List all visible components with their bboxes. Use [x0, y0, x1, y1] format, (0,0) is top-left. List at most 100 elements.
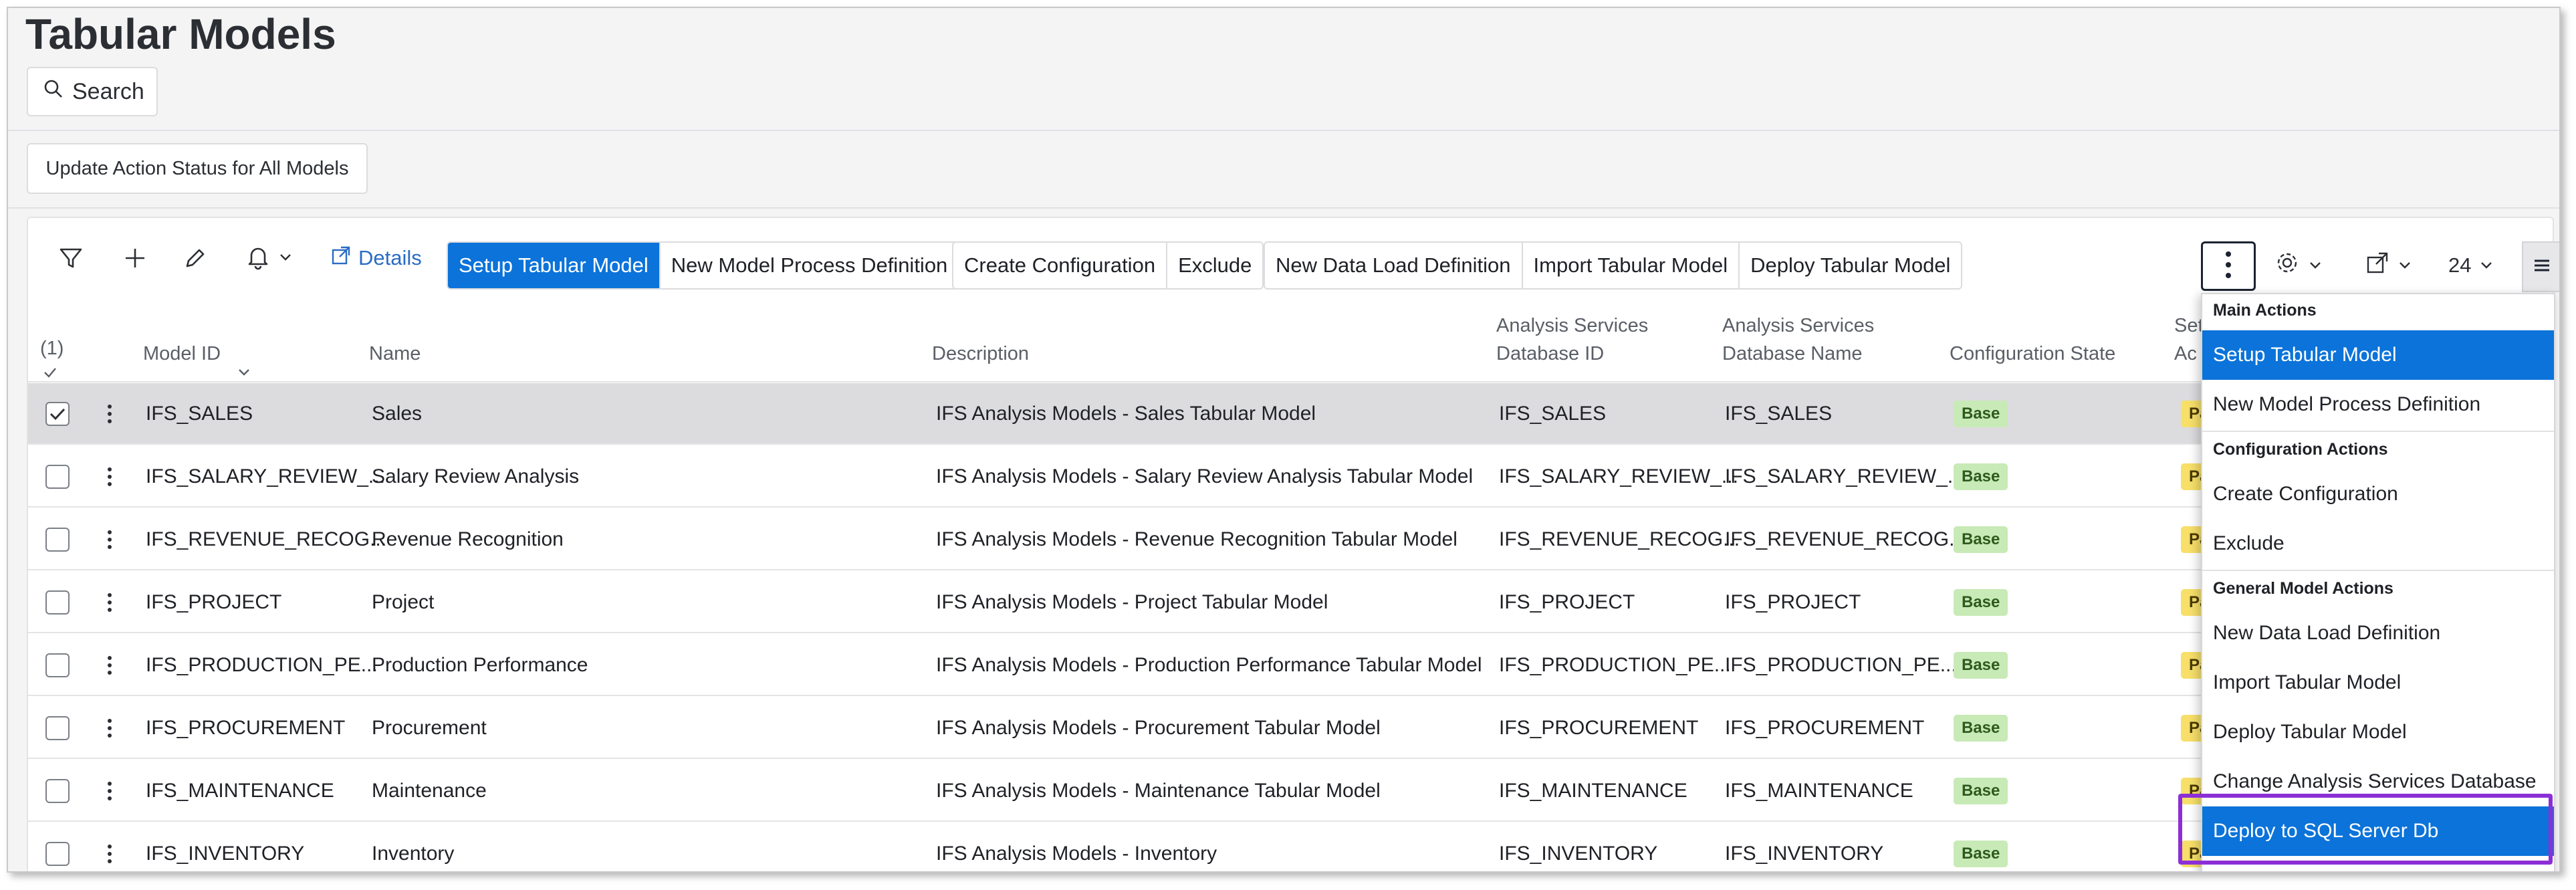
- export-icon: [2365, 251, 2389, 280]
- more-actions-button[interactable]: [2201, 241, 2256, 291]
- update-action-status-button[interactable]: Update Action Status for All Models: [27, 143, 368, 194]
- cell-name: Inventory: [372, 843, 455, 865]
- setup-tabular-model-button[interactable]: Setup Tabular Model: [448, 243, 661, 288]
- add-icon[interactable]: [115, 238, 155, 278]
- details-link[interactable]: Details: [330, 243, 422, 273]
- chevron-down-icon: [2397, 253, 2412, 277]
- cell-db-id: IFS_REVENUE_RECOG...: [1499, 528, 1740, 550]
- deploy-tabular-model-button[interactable]: Deploy Tabular Model: [1740, 243, 1961, 288]
- cell-name: Procurement: [372, 717, 487, 739]
- column-header-setup-partial-line1[interactable]: Set: [2174, 312, 2204, 340]
- menu-item-new-model-process-definition[interactable]: New Model Process Definition: [2202, 380, 2554, 429]
- table-row[interactable]: IFS_INVENTORY Inventory IFS Analysis Mod…: [28, 823, 2555, 871]
- row-checkbox[interactable]: [45, 465, 70, 489]
- cell-model-id: IFS_SALARY_REVIEW_...: [146, 465, 385, 487]
- table-row[interactable]: IFS_PRODUCTION_PE... Production Performa…: [28, 635, 2555, 696]
- cell-description: IFS Analysis Models - Inventory: [936, 843, 1217, 865]
- search-button[interactable]: Search: [27, 67, 158, 116]
- cell-db-name: IFS_MAINTENANCE: [1725, 780, 1913, 802]
- table-row[interactable]: IFS_MAINTENANCE Maintenance IFS Analysis…: [28, 760, 2555, 822]
- filter-icon[interactable]: [51, 238, 91, 278]
- row-more-icon[interactable]: [102, 589, 118, 616]
- row-checkbox[interactable]: [45, 653, 70, 677]
- config-state-badge: Base: [1954, 715, 2008, 742]
- menu-item-new-data-load-definition[interactable]: New Data Load Definition: [2202, 608, 2554, 658]
- row-more-icon[interactable]: [102, 463, 118, 490]
- cell-description: IFS Analysis Models - Project Tabular Mo…: [936, 591, 1328, 613]
- new-model-process-definition-button[interactable]: New Model Process Definition: [661, 243, 959, 288]
- import-tabular-model-button[interactable]: Import Tabular Model: [1523, 243, 1740, 288]
- table-row[interactable]: IFS_PROJECT Project IFS Analysis Models …: [28, 572, 2555, 633]
- cell-db-name: IFS_PROJECT: [1725, 591, 1861, 613]
- row-more-icon[interactable]: [102, 652, 118, 679]
- general-model-actions-group: New Data Load Definition Import Tabular …: [1264, 241, 1963, 290]
- row-more-icon[interactable]: [102, 778, 118, 804]
- cell-db-name: IFS_PRODUCTION_PE...: [1725, 654, 1957, 676]
- row-more-icon[interactable]: [102, 401, 118, 427]
- cell-description: IFS Analysis Models - Salary Review Anal…: [936, 465, 1474, 487]
- search-label: Search: [72, 78, 144, 104]
- page-size-value: 24: [2448, 253, 2472, 277]
- row-checkbox[interactable]: [45, 716, 70, 740]
- config-state-badge: Base: [1954, 463, 2008, 490]
- more-vertical-icon: [2224, 250, 2232, 283]
- menu-section-general-model-actions: General Model Actions: [2213, 579, 2393, 598]
- cell-description: IFS Analysis Models - Sales Tabular Mode…: [936, 403, 1316, 425]
- table-row[interactable]: IFS_REVENUE_RECOG... Revenue Recognition…: [28, 509, 2555, 570]
- menu-item-exclude[interactable]: Exclude: [2202, 519, 2554, 568]
- cell-name: Revenue Recognition: [372, 528, 564, 550]
- menu-item-import-tabular-model[interactable]: Import Tabular Model: [2202, 658, 2554, 707]
- create-configuration-button[interactable]: Create Configuration: [953, 243, 1168, 288]
- divider: [8, 207, 2559, 209]
- bell-icon: [245, 243, 271, 273]
- column-header-as-db-name-line1[interactable]: Analysis Services: [1722, 312, 1874, 340]
- menu-section-main-actions: Main Actions: [2213, 301, 2317, 320]
- cell-db-name: IFS_REVENUE_RECOG...: [1725, 528, 1966, 550]
- edit-icon[interactable]: [175, 238, 215, 278]
- details-label: Details: [358, 246, 422, 269]
- column-header-name[interactable]: Name: [369, 340, 421, 368]
- row-more-icon[interactable]: [102, 841, 118, 867]
- table-row[interactable]: IFS_PROCUREMENT Procurement IFS Analysis…: [28, 697, 2555, 759]
- row-checkbox[interactable]: [45, 842, 70, 866]
- cell-db-id: IFS_PRODUCTION_PE...: [1499, 654, 1731, 676]
- config-state-badge: Base: [1954, 526, 2008, 553]
- notification-dropdown[interactable]: [235, 238, 302, 278]
- row-more-icon[interactable]: [102, 715, 118, 742]
- settings-dropdown[interactable]: [2274, 246, 2323, 285]
- config-state-badge: Base: [1954, 841, 2008, 867]
- cell-description: IFS Analysis Models - Procurement Tabula…: [936, 717, 1381, 739]
- menu-item-setup-tabular-model[interactable]: Setup Tabular Model: [2202, 330, 2554, 380]
- cell-model-id: IFS_REVENUE_RECOG...: [146, 528, 387, 550]
- column-header-setup-partial-line2[interactable]: Ac: [2174, 340, 2197, 368]
- configuration-actions-group: Create Configuration Exclude: [952, 241, 1264, 290]
- table-row[interactable]: IFS_SALES Sales IFS Analysis Models - Sa…: [28, 383, 2555, 445]
- column-header-configuration-state[interactable]: Configuration State: [1950, 340, 2115, 368]
- row-more-icon[interactable]: [102, 526, 118, 553]
- menu-section-configuration-actions: Configuration Actions: [2213, 440, 2388, 459]
- cell-model-id: IFS_PROJECT: [146, 591, 282, 613]
- column-header-as-db-id-line2[interactable]: Database ID: [1496, 340, 1604, 368]
- menu-item-deploy-tabular-model[interactable]: Deploy Tabular Model: [2202, 707, 2554, 757]
- column-header-description[interactable]: Description: [932, 340, 1029, 368]
- row-checkbox[interactable]: [45, 590, 70, 615]
- external-link-icon: [330, 245, 352, 271]
- exclude-button[interactable]: Exclude: [1167, 243, 1262, 288]
- cell-db-id: IFS_SALARY_REVIEW_...: [1499, 465, 1738, 487]
- cell-db-name: IFS_INVENTORY: [1725, 843, 1884, 865]
- menu-item-create-configuration[interactable]: Create Configuration: [2202, 469, 2554, 519]
- column-header-as-db-name-line2[interactable]: Database Name: [1722, 340, 1863, 368]
- page-size-dropdown[interactable]: 24: [2448, 246, 2494, 285]
- column-header-model-id[interactable]: Model ID: [143, 340, 221, 368]
- table-row[interactable]: IFS_SALARY_REVIEW_... Salary Review Anal…: [28, 446, 2555, 508]
- gear-icon: [2274, 250, 2300, 281]
- list-view-toggle[interactable]: [2522, 241, 2559, 292]
- export-dropdown[interactable]: [2365, 246, 2412, 285]
- row-checkbox[interactable]: [45, 402, 70, 426]
- row-checkbox[interactable]: [45, 779, 70, 803]
- column-header-as-db-id-line1[interactable]: Analysis Services: [1496, 312, 1648, 340]
- cell-name: Project: [372, 591, 435, 613]
- new-data-load-definition-button[interactable]: New Data Load Definition: [1265, 243, 1523, 288]
- row-checkbox[interactable]: [45, 528, 70, 552]
- search-icon: [43, 78, 64, 106]
